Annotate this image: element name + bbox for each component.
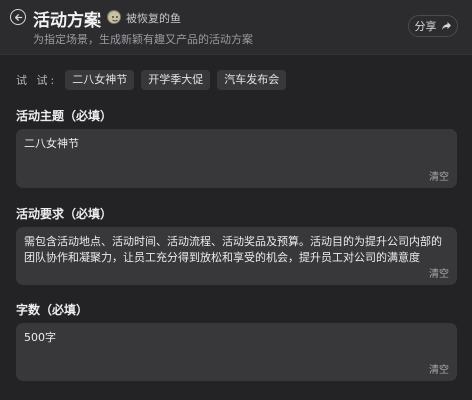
word-count-input[interactable]: 500字 清空 bbox=[16, 323, 457, 381]
try-label: 试 试: bbox=[16, 74, 58, 87]
page-title: 活动方案 bbox=[33, 11, 101, 31]
try-suggestions: 试 试: 二八女神节 开学季大促 汽车发布会 bbox=[16, 70, 293, 90]
page-subtitle: 为指定场景，生成新颖有趣又产品的活动方案 bbox=[33, 33, 253, 46]
requirements-input[interactable]: 需包含活动地点、活动时间、活动流程、活动奖品及预算。活动目的为提升公司内部的团队… bbox=[16, 227, 457, 285]
clear-button[interactable]: 清空 bbox=[429, 361, 449, 376]
header-divider bbox=[97, 11, 98, 25]
word-count-field-label: 字数（必填） bbox=[16, 303, 89, 317]
word-count-input-value: 500字 bbox=[24, 331, 56, 344]
theme-field-label: 活动主题（必填） bbox=[16, 109, 113, 123]
author-name[interactable]: 被恢复的鱼 bbox=[126, 10, 181, 26]
suggestion-chip[interactable]: 汽车发布会 bbox=[217, 70, 287, 90]
share-arrow-icon bbox=[441, 22, 451, 30]
arrow-left-icon bbox=[14, 13, 22, 21]
requirements-field-label: 活动要求（必填） bbox=[16, 207, 113, 221]
back-button[interactable] bbox=[10, 9, 26, 25]
theme-input[interactable]: 二八女神节 清空 bbox=[16, 129, 457, 188]
theme-input-value: 二八女神节 bbox=[24, 137, 79, 150]
avatar bbox=[107, 10, 121, 24]
app-header: 活动方案 被恢复的鱼 为指定场景，生成新颖有趣又产品的活动方案 分享 bbox=[0, 0, 472, 55]
requirements-input-value: 需包含活动地点、活动时间、活动流程、活动奖品及预算。活动目的为提升公司内部的团队… bbox=[24, 235, 442, 264]
avatar-face-icon bbox=[109, 12, 120, 23]
clear-button[interactable]: 清空 bbox=[429, 168, 449, 183]
share-label: 分享 bbox=[414, 20, 437, 33]
suggestion-chip[interactable]: 二八女神节 bbox=[65, 70, 135, 90]
clear-button[interactable]: 清空 bbox=[429, 265, 449, 280]
suggestion-chip[interactable]: 开学季大促 bbox=[141, 70, 211, 90]
share-button[interactable]: 分享 bbox=[408, 15, 458, 37]
